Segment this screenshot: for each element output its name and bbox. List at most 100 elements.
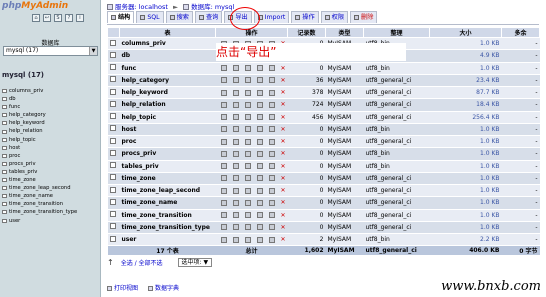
sidebar-item-time-zone-name[interactable]: time_zone_name bbox=[2, 192, 77, 200]
search-icon[interactable] bbox=[244, 89, 251, 96]
row-checkbox[interactable] bbox=[109, 174, 116, 181]
empty-icon[interactable] bbox=[268, 199, 275, 206]
docs-icon[interactable]: i bbox=[76, 14, 84, 22]
search-icon[interactable] bbox=[244, 175, 251, 182]
table-icon[interactable] bbox=[2, 121, 7, 126]
browse-icon[interactable] bbox=[220, 199, 227, 206]
database-select[interactable]: mysql (17) ▼ bbox=[3, 46, 98, 56]
row-size[interactable]: 1.0 KB bbox=[429, 196, 502, 210]
search-icon[interactable] bbox=[244, 126, 251, 133]
row-checkbox[interactable] bbox=[109, 235, 116, 242]
structure-icon[interactable] bbox=[232, 126, 239, 133]
browse-icon[interactable] bbox=[220, 175, 227, 182]
row-table-name[interactable]: help_relation bbox=[119, 98, 216, 112]
row-table-name[interactable]: time_zone bbox=[119, 172, 216, 186]
help-icon[interactable]: ? bbox=[65, 14, 73, 22]
drop-icon[interactable]: ✕ bbox=[281, 77, 286, 84]
drop-icon[interactable]: ✕ bbox=[281, 150, 286, 157]
insert-icon[interactable] bbox=[256, 77, 263, 84]
row-checkbox[interactable] bbox=[109, 76, 116, 83]
browse-icon[interactable] bbox=[220, 150, 227, 157]
drop-icon[interactable]: ✕ bbox=[281, 89, 286, 96]
row-table-name[interactable]: time_zone_transition_type bbox=[119, 221, 216, 235]
drop-icon[interactable]: ✕ bbox=[281, 163, 286, 170]
structure-icon[interactable] bbox=[232, 65, 239, 72]
search-icon[interactable] bbox=[244, 150, 251, 157]
row-table-name[interactable]: func bbox=[119, 62, 216, 75]
structure-icon[interactable] bbox=[232, 138, 239, 145]
structure-icon[interactable] bbox=[232, 89, 239, 96]
browse-icon[interactable] bbox=[220, 138, 227, 145]
insert-icon[interactable] bbox=[256, 89, 263, 96]
row-size[interactable]: 1.0 KB bbox=[429, 37, 502, 51]
table-icon[interactable] bbox=[2, 97, 7, 102]
table-icon[interactable] bbox=[2, 161, 7, 166]
search-icon[interactable] bbox=[244, 77, 251, 84]
tab-sql[interactable]: SQL bbox=[136, 11, 164, 23]
drop-icon[interactable]: ✕ bbox=[281, 175, 286, 182]
row-checkbox[interactable] bbox=[109, 198, 116, 205]
drop-icon[interactable]: ✕ bbox=[281, 126, 286, 133]
table-icon[interactable] bbox=[2, 105, 7, 110]
row-checkbox[interactable] bbox=[109, 51, 116, 58]
home-icon[interactable]: ⌂ bbox=[32, 14, 40, 22]
row-size[interactable]: 1.0 KB bbox=[429, 123, 502, 137]
table-icon[interactable] bbox=[2, 129, 7, 134]
sidebar-item-help-relation[interactable]: help_relation bbox=[2, 127, 77, 135]
browse-icon[interactable] bbox=[220, 224, 227, 231]
row-table-name[interactable]: user bbox=[119, 233, 216, 247]
empty-icon[interactable] bbox=[268, 224, 275, 231]
tab-operations[interactable]: 操作 bbox=[291, 11, 319, 23]
empty-icon[interactable] bbox=[268, 65, 275, 72]
phpmyadmin-logo[interactable]: phpMyAdmin bbox=[2, 1, 68, 11]
structure-icon[interactable] bbox=[232, 187, 239, 194]
sidebar-item-func[interactable]: func bbox=[2, 103, 77, 111]
row-checkbox[interactable] bbox=[109, 149, 116, 156]
table-icon[interactable] bbox=[2, 210, 7, 215]
row-table-name[interactable]: tables_priv bbox=[119, 160, 216, 173]
select-all-link[interactable]: 全选 / 全部不选 bbox=[121, 258, 163, 267]
sidebar-item-columns-priv[interactable]: columns_priv bbox=[2, 87, 77, 95]
search-icon[interactable] bbox=[244, 163, 251, 170]
sidebar-item-time-zone-leap-second[interactable]: time_zone_leap_second bbox=[2, 184, 77, 192]
sidebar-item-help-topic[interactable]: help_topic bbox=[2, 136, 77, 144]
insert-icon[interactable] bbox=[256, 101, 263, 108]
insert-icon[interactable] bbox=[256, 212, 263, 219]
table-icon[interactable] bbox=[2, 218, 7, 223]
search-icon[interactable] bbox=[244, 199, 251, 206]
sidebar-item-user[interactable]: user bbox=[2, 217, 77, 225]
browse-icon[interactable] bbox=[220, 236, 227, 243]
row-size[interactable]: 1.0 KB bbox=[429, 62, 502, 75]
row-table-name[interactable]: db bbox=[119, 49, 216, 63]
empty-icon[interactable] bbox=[268, 77, 275, 84]
table-icon[interactable] bbox=[2, 202, 7, 207]
row-table-name[interactable]: help_keyword bbox=[119, 86, 216, 100]
browse-icon[interactable] bbox=[220, 114, 227, 121]
table-icon[interactable] bbox=[2, 89, 7, 94]
row-size[interactable]: 1.0 KB bbox=[429, 147, 502, 161]
row-size[interactable]: 2.2 KB bbox=[429, 233, 502, 247]
structure-icon[interactable] bbox=[232, 114, 239, 121]
row-checkbox[interactable] bbox=[109, 186, 116, 193]
insert-icon[interactable] bbox=[256, 175, 263, 182]
row-checkbox[interactable] bbox=[109, 223, 116, 230]
search-icon[interactable] bbox=[244, 212, 251, 219]
row-size[interactable]: 1.0 KB bbox=[429, 160, 502, 173]
empty-icon[interactable] bbox=[268, 212, 275, 219]
table-icon[interactable] bbox=[2, 113, 7, 118]
sidebar-item-time-zone[interactable]: time_zone bbox=[2, 176, 77, 184]
empty-icon[interactable] bbox=[268, 187, 275, 194]
row-size[interactable]: 1.0 KB bbox=[429, 209, 502, 222]
empty-icon[interactable] bbox=[268, 175, 275, 182]
row-size[interactable]: 256.4 KB bbox=[429, 111, 502, 124]
sidebar-item-host[interactable]: host bbox=[2, 144, 77, 152]
row-checkbox[interactable] bbox=[109, 39, 116, 46]
insert-icon[interactable] bbox=[256, 150, 263, 157]
row-table-name[interactable]: columns_priv bbox=[119, 37, 216, 51]
sidebar-item-help-keyword[interactable]: help_keyword bbox=[2, 119, 77, 127]
empty-icon[interactable] bbox=[268, 126, 275, 133]
table-icon[interactable] bbox=[2, 178, 7, 183]
tab-privileges[interactable]: 权限 bbox=[320, 11, 349, 23]
drop-icon[interactable]: ✕ bbox=[281, 65, 286, 72]
insert-icon[interactable] bbox=[256, 65, 263, 72]
